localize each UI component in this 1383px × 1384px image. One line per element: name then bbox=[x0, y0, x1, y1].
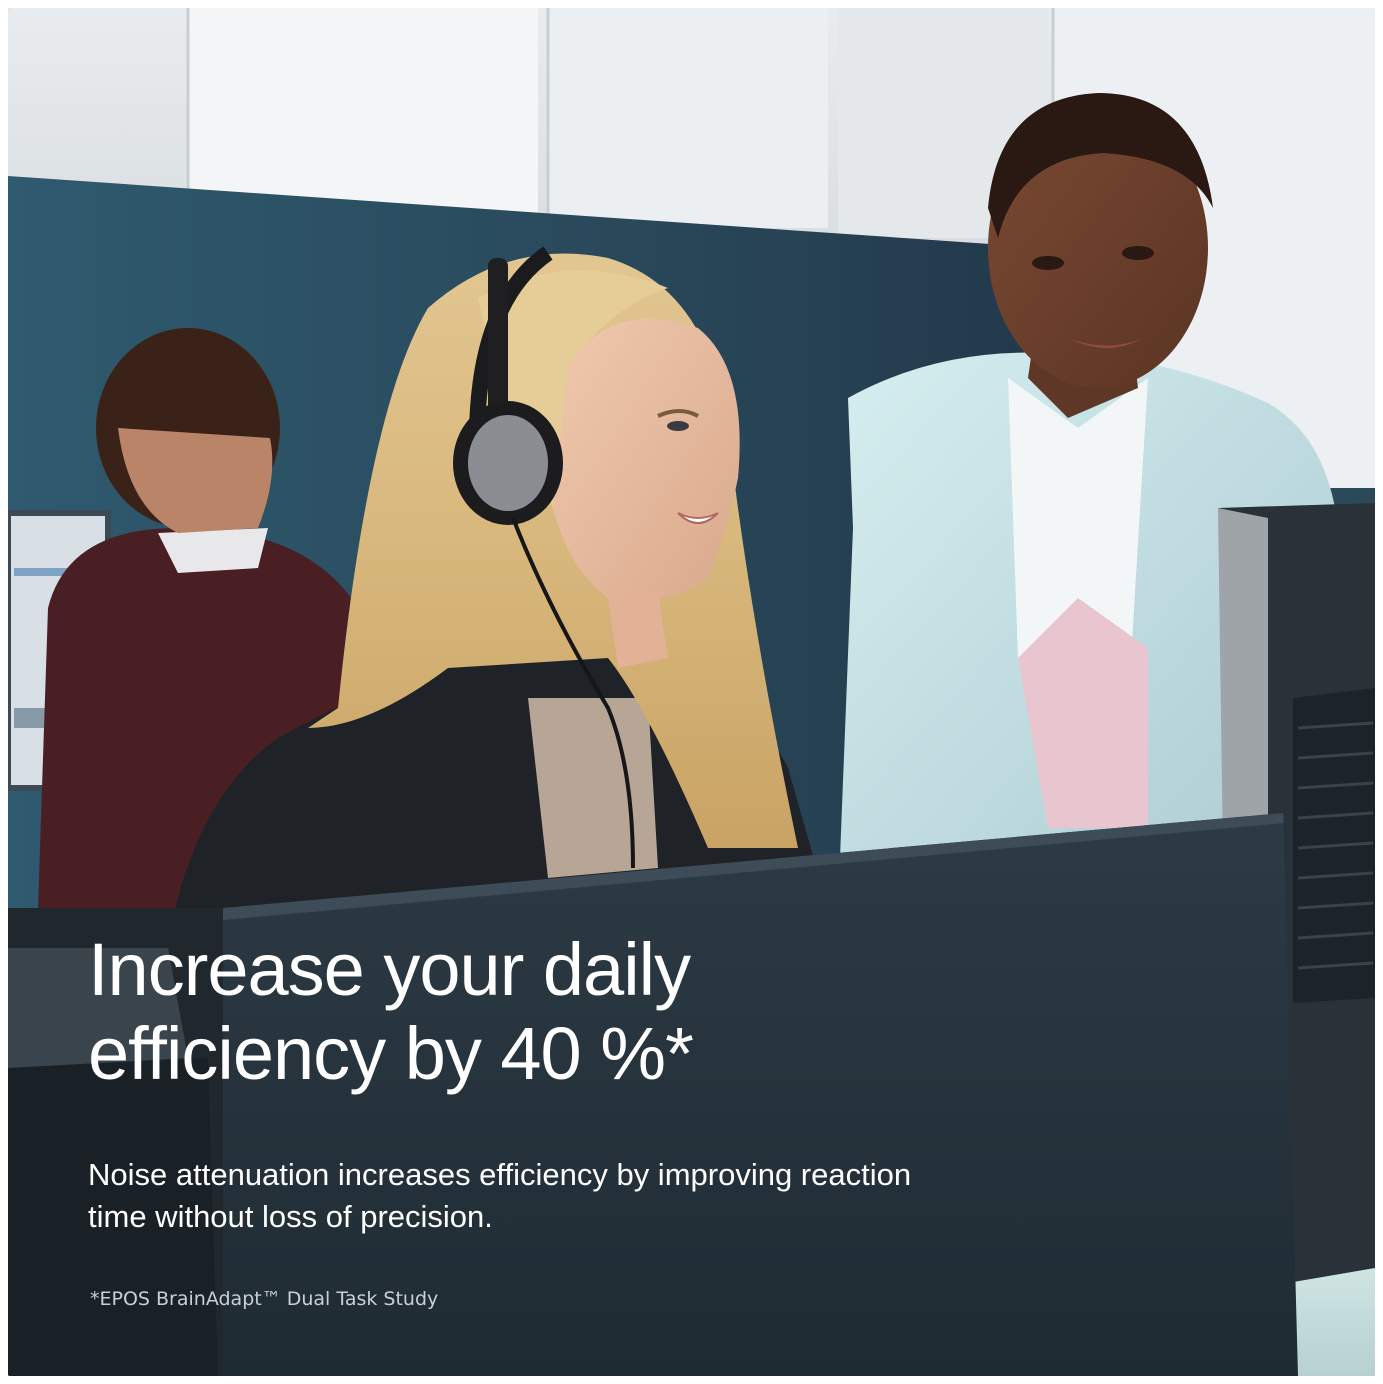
headline-line-1: Increase your daily bbox=[88, 928, 691, 1011]
promo-copy: Increase your daily efficiency by 40 %* … bbox=[88, 928, 988, 1238]
headline: Increase your daily efficiency by 40 %* bbox=[88, 928, 988, 1096]
hero-image-frame: Increase your daily efficiency by 40 %* … bbox=[8, 8, 1375, 1376]
headline-line-2: efficiency by 40 %* bbox=[88, 1012, 694, 1095]
footnote: *EPOS BrainAdapt™ Dual Task Study bbox=[90, 1288, 439, 1310]
body-text: Noise attenuation increases efficiency b… bbox=[88, 1157, 912, 1234]
